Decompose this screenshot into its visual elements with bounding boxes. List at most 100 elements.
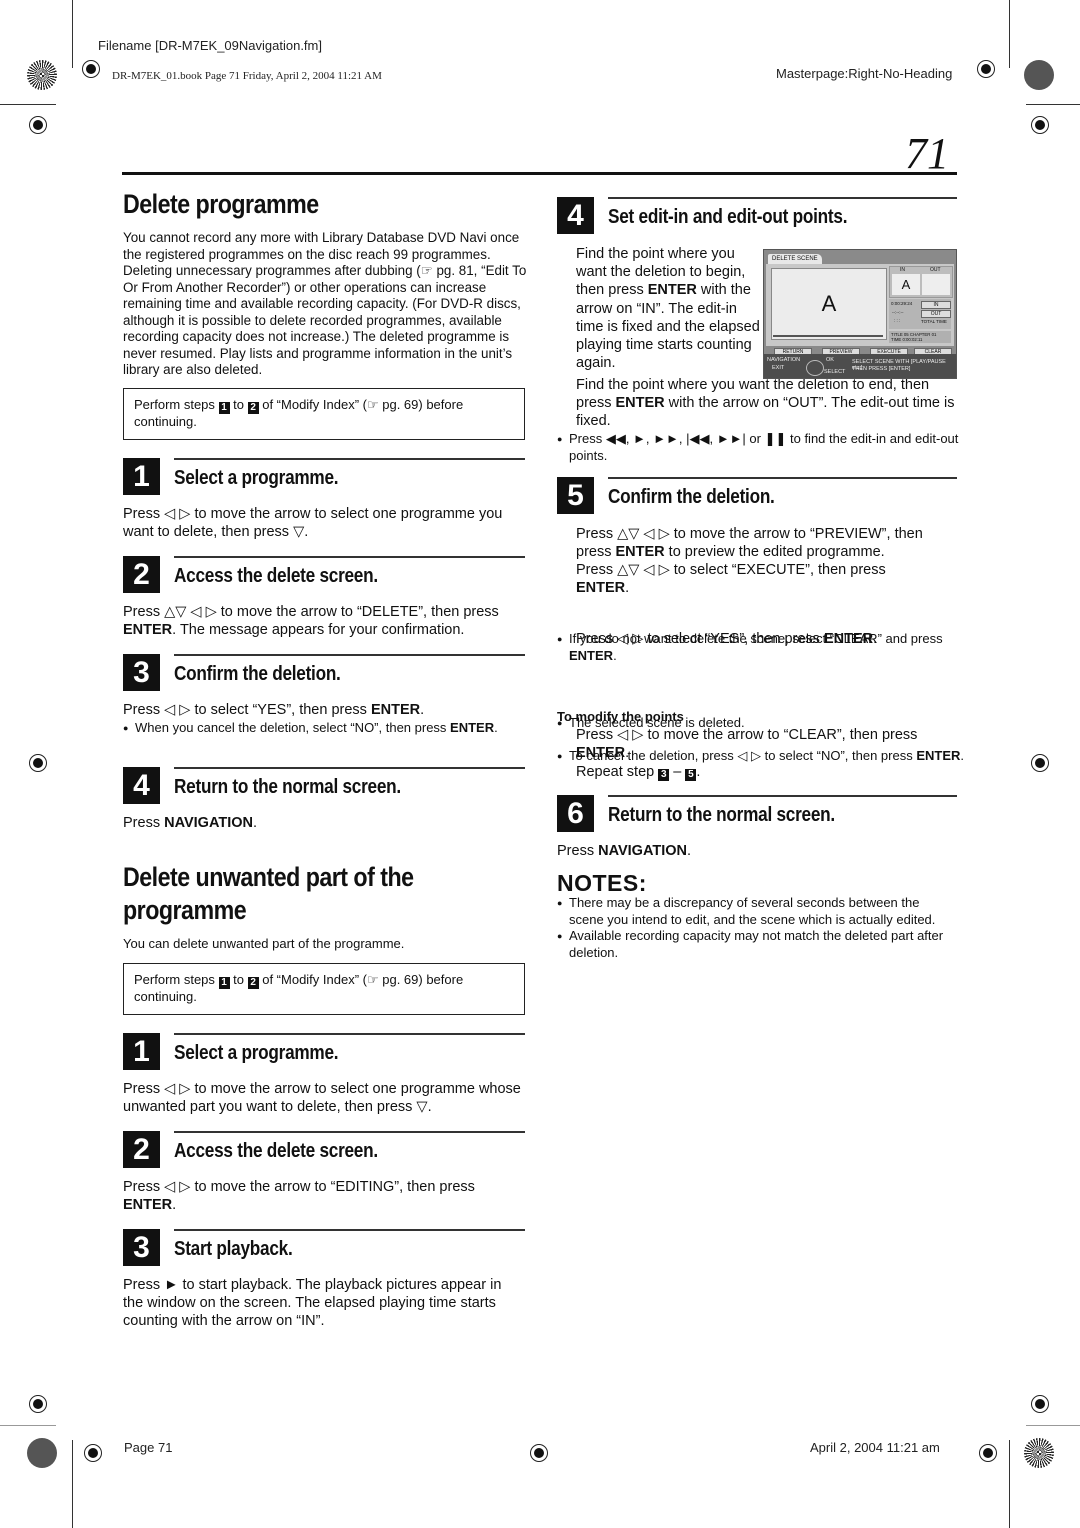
text: . The message appears for your confirmat… [172, 622, 465, 639]
step-1-select-programme: 1 Select a programme. Press ◁ ▷ to move … [123, 1033, 525, 1118]
step-text: Press △▽ ◁ ▷ to move the arrow to “DELET… [123, 603, 527, 639]
section-intro: You can delete unwanted part of the prog… [123, 936, 405, 951]
step-text: Press ◁ ▷ to select “YES”, then press EN… [123, 701, 523, 719]
screen-exit-label: EXIT [772, 365, 785, 371]
step-title: Set edit-in and edit-out points. [608, 206, 848, 228]
step-ref-badge: 1 [218, 977, 230, 989]
step-title: Return to the normal screen. [174, 776, 401, 798]
text: . [873, 631, 878, 647]
text: . [172, 1197, 177, 1214]
note-item: Available recording capacity may not mat… [557, 928, 952, 961]
prereq-text: Perform steps [134, 397, 219, 412]
step-text: Press NAVIGATION. [557, 842, 957, 860]
step-rule [174, 556, 525, 558]
registration-disc-icon [27, 1438, 57, 1468]
registration-starburst-icon [1024, 1438, 1054, 1468]
text: Press [557, 843, 599, 859]
screen-instruction: THEN PRESS [ENTER] [852, 366, 911, 372]
registration-target-icon [1031, 116, 1049, 134]
registration-target-icon [977, 60, 995, 78]
step-title: Access the delete screen. [174, 565, 378, 587]
step-ref-badge: 5 [685, 769, 697, 781]
title-line: programme [123, 895, 247, 925]
print-footer-page: Page 71 [124, 1440, 173, 1455]
step-rule [174, 1229, 525, 1231]
crop-mark [0, 104, 56, 105]
text: Press ◁ ▷ to select “YES”, then press [576, 631, 824, 647]
title-line: Delete unwanted part of the [123, 862, 414, 892]
screen-out-value [922, 274, 950, 295]
notes-title: NOTES: [557, 870, 647, 896]
step-number-badge: 1 [123, 1033, 160, 1070]
step-4-text-out: Find the point where you want the deleti… [576, 376, 960, 431]
step-number-badge: 4 [557, 197, 594, 234]
registration-target-icon [1031, 1395, 1049, 1413]
crop-mark [1026, 1425, 1080, 1426]
step-1-select-programme: 1 Select a programme. Press ◁ ▷ to move … [123, 458, 525, 540]
step-number-badge: 2 [123, 556, 160, 593]
crop-mark [72, 1440, 73, 1528]
text: Press [123, 815, 165, 831]
registration-starburst-icon [27, 60, 57, 90]
registration-disc-icon [1024, 60, 1054, 90]
step-rule [174, 654, 525, 656]
key-label: ENTER [123, 1197, 173, 1214]
step-number-badge: 5 [557, 477, 594, 514]
screen-in-button: IN [921, 301, 951, 309]
prereq-text: Perform steps [134, 972, 219, 987]
text: . [960, 747, 965, 763]
step-title: Confirm the deletion. [174, 663, 341, 685]
key-label: ENTER [647, 282, 697, 299]
step-3-start-playback: 3 Start playback. Press ► to start playb… [123, 1229, 525, 1329]
text: Press ◁ ▷ to move the arrow to “EDITING”… [123, 1179, 475, 1195]
key-label: ENTER [576, 580, 626, 597]
step-title: Access the delete screen. [174, 1140, 378, 1162]
text: Press △▽ ◁ ▷ to move the arrow to “DELET… [123, 604, 499, 620]
screen-dpad-icon [806, 360, 824, 376]
registration-target-icon [1031, 754, 1049, 772]
prerequisite-box: Perform steps 1 to 2 of “Modify Index” (… [123, 388, 525, 440]
step-6-return-normal-screen: 6 Return to the normal screen. Press NAV… [557, 795, 957, 865]
step-number-badge: 1 [123, 458, 160, 495]
text: . [252, 815, 258, 831]
modify-points-repeat: Repeat step 3 – 5. [576, 763, 700, 781]
step-4-text-in: Find the point where you want the deleti… [576, 245, 761, 372]
step-2-access-delete-screen: 2 Access the delete screen. Press △▽ ◁ ▷… [123, 556, 527, 639]
key-label: ENTER [823, 631, 874, 647]
screen-in-value: A [892, 274, 920, 295]
screen-title-info: TITLE 05 CHAPTER 01 TIME 0:00:02:11 [889, 331, 951, 343]
text: to preview the edited programme. [664, 544, 885, 561]
text: . [494, 720, 498, 735]
step-title: Select a programme. [174, 467, 339, 489]
step-4-set-edit-points: 4 Set edit-in and edit-out points. [557, 197, 957, 237]
screen-in-label: IN [900, 267, 905, 273]
crop-mark [72, 0, 73, 68]
section-intro: You cannot record any more with Library … [123, 230, 527, 377]
screen-nav-label: NAVIGATION [767, 357, 801, 363]
step-5-text-execute: Press △▽ ◁ ▷ to select “EXECUTE”, then p… [576, 561, 926, 597]
key-label: ENTER [370, 702, 421, 718]
screen-time-box: 0:00:29:24 --:--:-- : : : IN OUT TOTAL T… [889, 299, 951, 329]
text: . [625, 745, 630, 762]
step-title: Return to the normal screen. [608, 804, 835, 826]
step-note-bullet: When you cancel the deletion, select “NO… [123, 720, 515, 737]
key-label: ENTER [615, 544, 665, 561]
step-text: Press ◁ ▷ to move the arrow to select on… [123, 1081, 521, 1116]
screen-dots: : : : [894, 318, 901, 323]
step-2-access-delete-screen: 2 Access the delete screen. Press ◁ ▷ to… [123, 1131, 525, 1216]
crop-mark [0, 1425, 56, 1426]
screen-tab: DELETE SCENE [768, 254, 822, 264]
step-number-badge: 2 [123, 1131, 160, 1168]
step-text: Press ◁ ▷ to move the arrow to “EDITING”… [123, 1178, 523, 1214]
screen-progress-bar [773, 335, 883, 337]
step-ref-badge: 2 [247, 977, 259, 989]
text: When you cancel the deletion, select “NO… [135, 720, 451, 735]
step-4-bullet: Press ◀◀, ►, ►►, |◀◀, ►►| or ❚❚ to find … [557, 431, 964, 464]
text: Press ◁ ▷ to select “YES”, then press [123, 702, 371, 718]
registration-target-icon [29, 1395, 47, 1413]
crop-mark [1009, 0, 1010, 68]
text: . [686, 843, 692, 859]
step-ref-badge: 3 [658, 769, 670, 781]
key-label: ENTER [615, 395, 665, 412]
step-4-return-normal-screen: 4 Return to the normal screen. Press NAV… [123, 767, 525, 837]
